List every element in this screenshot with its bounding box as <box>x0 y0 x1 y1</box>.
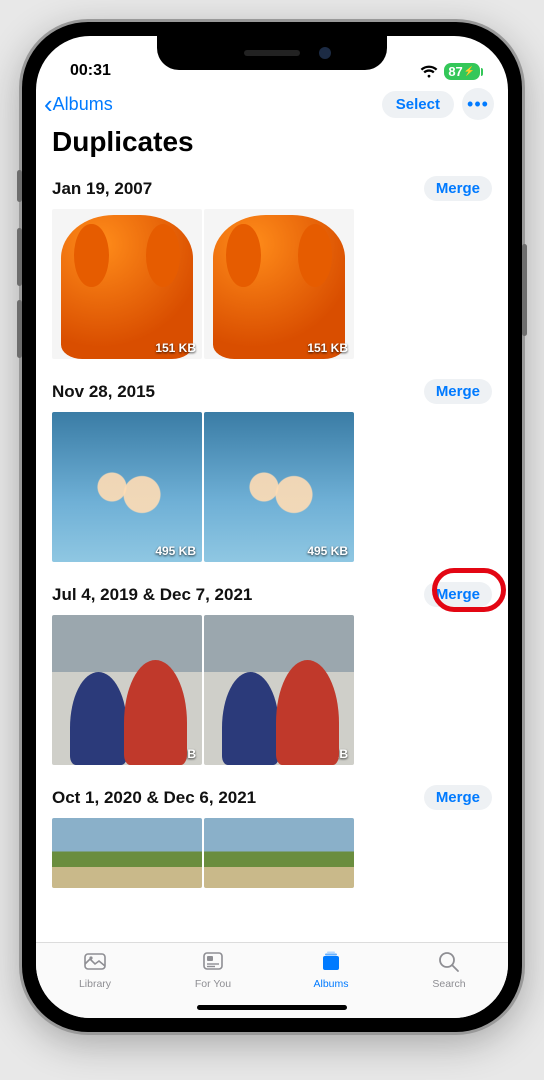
notch <box>157 36 387 70</box>
battery-indicator: 87⚡ <box>444 63 480 80</box>
search-icon <box>436 949 462 976</box>
nav-bar: ‹ Albums Select ••• <box>36 84 508 126</box>
volume-down <box>17 300 22 358</box>
phone-frame: 00:31 87⚡ ‹ Albums Select ••• Duplicates <box>22 22 522 1032</box>
ellipsis-icon: ••• <box>467 94 489 115</box>
group-date: Jan 19, 2007 <box>52 179 152 199</box>
photo-thumbnail[interactable]: 495 KB <box>204 412 354 562</box>
for-you-icon <box>200 949 226 976</box>
tab-label: Search <box>432 978 465 990</box>
photo-thumbnail[interactable] <box>204 818 354 888</box>
status-time: 00:31 <box>70 62 111 80</box>
file-size: 495 KB <box>307 544 348 558</box>
photo-thumbnail[interactable] <box>52 818 202 888</box>
wifi-icon <box>420 65 438 79</box>
select-button[interactable]: Select <box>382 91 454 118</box>
tab-label: Library <box>79 978 111 990</box>
group-date: Nov 28, 2015 <box>52 382 155 402</box>
merge-button[interactable]: Merge <box>424 582 492 607</box>
page-title: Duplicates <box>36 126 508 168</box>
tab-search[interactable]: Search <box>390 949 508 1018</box>
duplicate-group: Jul 4, 2019 & Dec 7, 2021 Merge 2.3 MB 7… <box>44 574 500 777</box>
merge-button[interactable]: Merge <box>424 785 492 810</box>
photo-thumbnail[interactable]: 151 KB <box>52 209 202 359</box>
photo-thumbnail[interactable]: 151 KB <box>204 209 354 359</box>
duplicates-list[interactable]: Jan 19, 2007 Merge 151 KB 151 KB Nov 28,… <box>36 168 508 942</box>
file-size: 151 KB <box>155 341 196 355</box>
photo-thumbnail[interactable]: 495 KB <box>52 412 202 562</box>
merge-button[interactable]: Merge <box>424 379 492 404</box>
duplicate-group: Oct 1, 2020 & Dec 6, 2021 Merge <box>44 777 500 900</box>
duplicate-group: Jan 19, 2007 Merge 151 KB 151 KB <box>44 168 500 371</box>
file-size: 495 KB <box>155 544 196 558</box>
power-button <box>522 244 527 336</box>
volume-up <box>17 228 22 286</box>
file-size: 151 KB <box>307 341 348 355</box>
group-date: Jul 4, 2019 & Dec 7, 2021 <box>52 585 252 605</box>
tab-library[interactable]: Library <box>36 949 154 1018</box>
home-indicator[interactable] <box>197 1005 347 1010</box>
group-date: Oct 1, 2020 & Dec 6, 2021 <box>52 788 256 808</box>
back-button[interactable]: ‹ Albums <box>44 91 113 117</box>
albums-icon <box>318 949 344 976</box>
photo-thumbnail[interactable]: 76 KB <box>204 615 354 765</box>
tab-label: For You <box>195 978 231 990</box>
more-button[interactable]: ••• <box>462 88 494 120</box>
tab-label: Albums <box>313 978 348 990</box>
chevron-left-icon: ‹ <box>44 91 53 117</box>
library-icon <box>82 949 108 976</box>
mute-switch <box>17 170 22 202</box>
file-size: 76 KB <box>314 747 348 761</box>
merge-button[interactable]: Merge <box>424 176 492 201</box>
back-label: Albums <box>53 94 113 115</box>
file-size: 2.3 MB <box>157 747 196 761</box>
duplicate-group: Nov 28, 2015 Merge 495 KB 495 KB <box>44 371 500 574</box>
photo-thumbnail[interactable]: 2.3 MB <box>52 615 202 765</box>
